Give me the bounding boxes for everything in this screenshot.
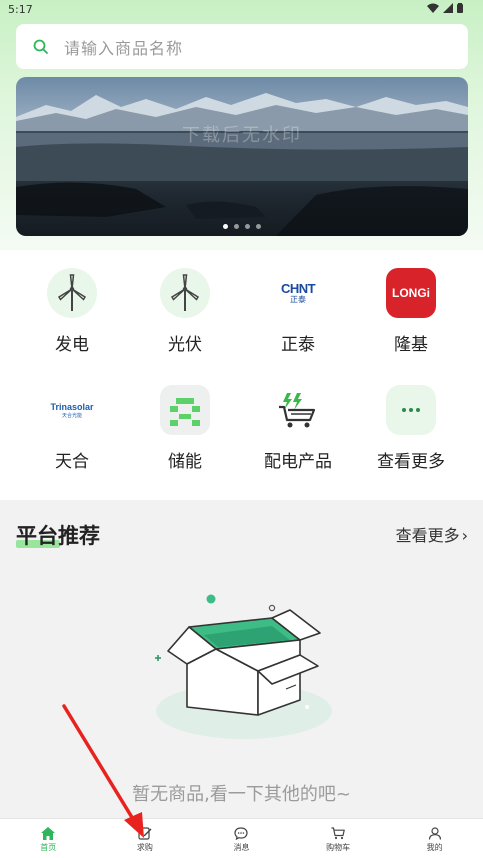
- longi-logo-text: LONGi: [392, 286, 430, 300]
- status-icons: [427, 3, 463, 13]
- user-icon: [428, 826, 441, 840]
- tab-label: 求购: [136, 842, 153, 852]
- banner-dot[interactable]: [256, 224, 261, 229]
- category-tianhe[interactable]: Trinasolar 天合光能 天合: [17, 385, 127, 485]
- battery-icon: [457, 3, 463, 13]
- bottom-tab-bar: 首页 求购 消息 购物车 我的: [0, 818, 483, 858]
- category-zhengtai[interactable]: CHNT 正泰 正泰: [243, 268, 353, 368]
- tab-label: 首页: [40, 842, 57, 852]
- category-label: 配电产品: [264, 452, 332, 472]
- chevron-right-icon: ›: [461, 526, 468, 545]
- recommend-more-link[interactable]: 查看更多 ›: [396, 522, 468, 546]
- category-label: 查看更多: [377, 452, 445, 472]
- banner-dot[interactable]: [245, 224, 250, 229]
- tab-profile[interactable]: 我的: [386, 819, 483, 858]
- charging-cart-icon: [273, 385, 323, 435]
- edit-icon: [138, 826, 152, 840]
- home-icon: [41, 826, 56, 840]
- wind-turbine-icon: [160, 268, 210, 318]
- trinasolar-logo-text: Trinasolar: [50, 401, 94, 412]
- category-fadian[interactable]: 发电: [17, 268, 127, 368]
- tab-qiugou[interactable]: 求购: [97, 819, 194, 858]
- chint-logo-subtext: 正泰: [290, 295, 306, 304]
- tab-home[interactable]: 首页: [0, 819, 97, 858]
- category-label: 正泰: [281, 335, 315, 355]
- empty-box-illustration: [155, 594, 332, 739]
- more-dots-icon: [386, 385, 436, 435]
- category-longi[interactable]: LONGi 隆基: [356, 268, 466, 368]
- tab-label: 购物车: [326, 842, 351, 852]
- search-icon: [33, 39, 48, 54]
- longi-logo-icon: LONGi: [386, 268, 436, 318]
- recommend-title: 平台推荐: [16, 524, 100, 548]
- cart-icon: [331, 826, 345, 839]
- category-label: 隆基: [394, 335, 428, 355]
- signal-icon: [443, 3, 453, 13]
- banner-watermark: 下载后无水印: [182, 125, 302, 146]
- category-chuneng[interactable]: 储能: [130, 385, 240, 485]
- status-time: 5:17: [8, 3, 33, 16]
- recommend-more-label: 查看更多: [395, 526, 460, 545]
- banner-dot[interactable]: [234, 224, 239, 229]
- wind-turbine-icon: [47, 268, 97, 318]
- promo-banner[interactable]: 下载后无水印: [16, 77, 468, 236]
- wifi-icon: [427, 3, 439, 13]
- tab-label: 我的: [426, 842, 443, 852]
- chat-icon: [234, 826, 249, 840]
- category-grid: 发电 光伏 CHNT 正泰 正泰 LONGi 隆基 Trinasolar 天合光…: [0, 250, 483, 500]
- tab-messages[interactable]: 消息: [193, 819, 290, 858]
- search-input[interactable]: 请输入商品名称: [64, 35, 183, 59]
- empty-state-text: 暂无商品,看一下其他的吧~: [132, 784, 351, 805]
- category-peidian[interactable]: 配电产品: [243, 385, 353, 485]
- category-label: 光伏: [168, 335, 202, 355]
- search-bar[interactable]: 请输入商品名称: [16, 24, 468, 69]
- banner-pagination: [16, 224, 468, 229]
- tab-label: 消息: [233, 842, 250, 852]
- banner-dot[interactable]: [223, 224, 228, 229]
- banner-landscape-image: [16, 93, 468, 236]
- category-guangfu[interactable]: 光伏: [130, 268, 240, 368]
- category-label: 储能: [168, 452, 202, 472]
- status-bar: 5:17: [0, 0, 483, 20]
- chint-logo-icon: CHNT 正泰: [273, 268, 323, 318]
- recommend-section-header: 平台推荐 查看更多 ›: [16, 520, 468, 550]
- tab-cart[interactable]: 购物车: [290, 819, 387, 858]
- trinasolar-logo-subtext: 天合光能: [61, 412, 82, 419]
- category-label: 发电: [55, 335, 89, 355]
- energy-storage-icon: [160, 385, 210, 435]
- category-more[interactable]: 查看更多: [356, 385, 466, 485]
- category-label: 天合: [55, 452, 89, 472]
- trinasolar-logo-icon: Trinasolar 天合光能: [47, 385, 97, 435]
